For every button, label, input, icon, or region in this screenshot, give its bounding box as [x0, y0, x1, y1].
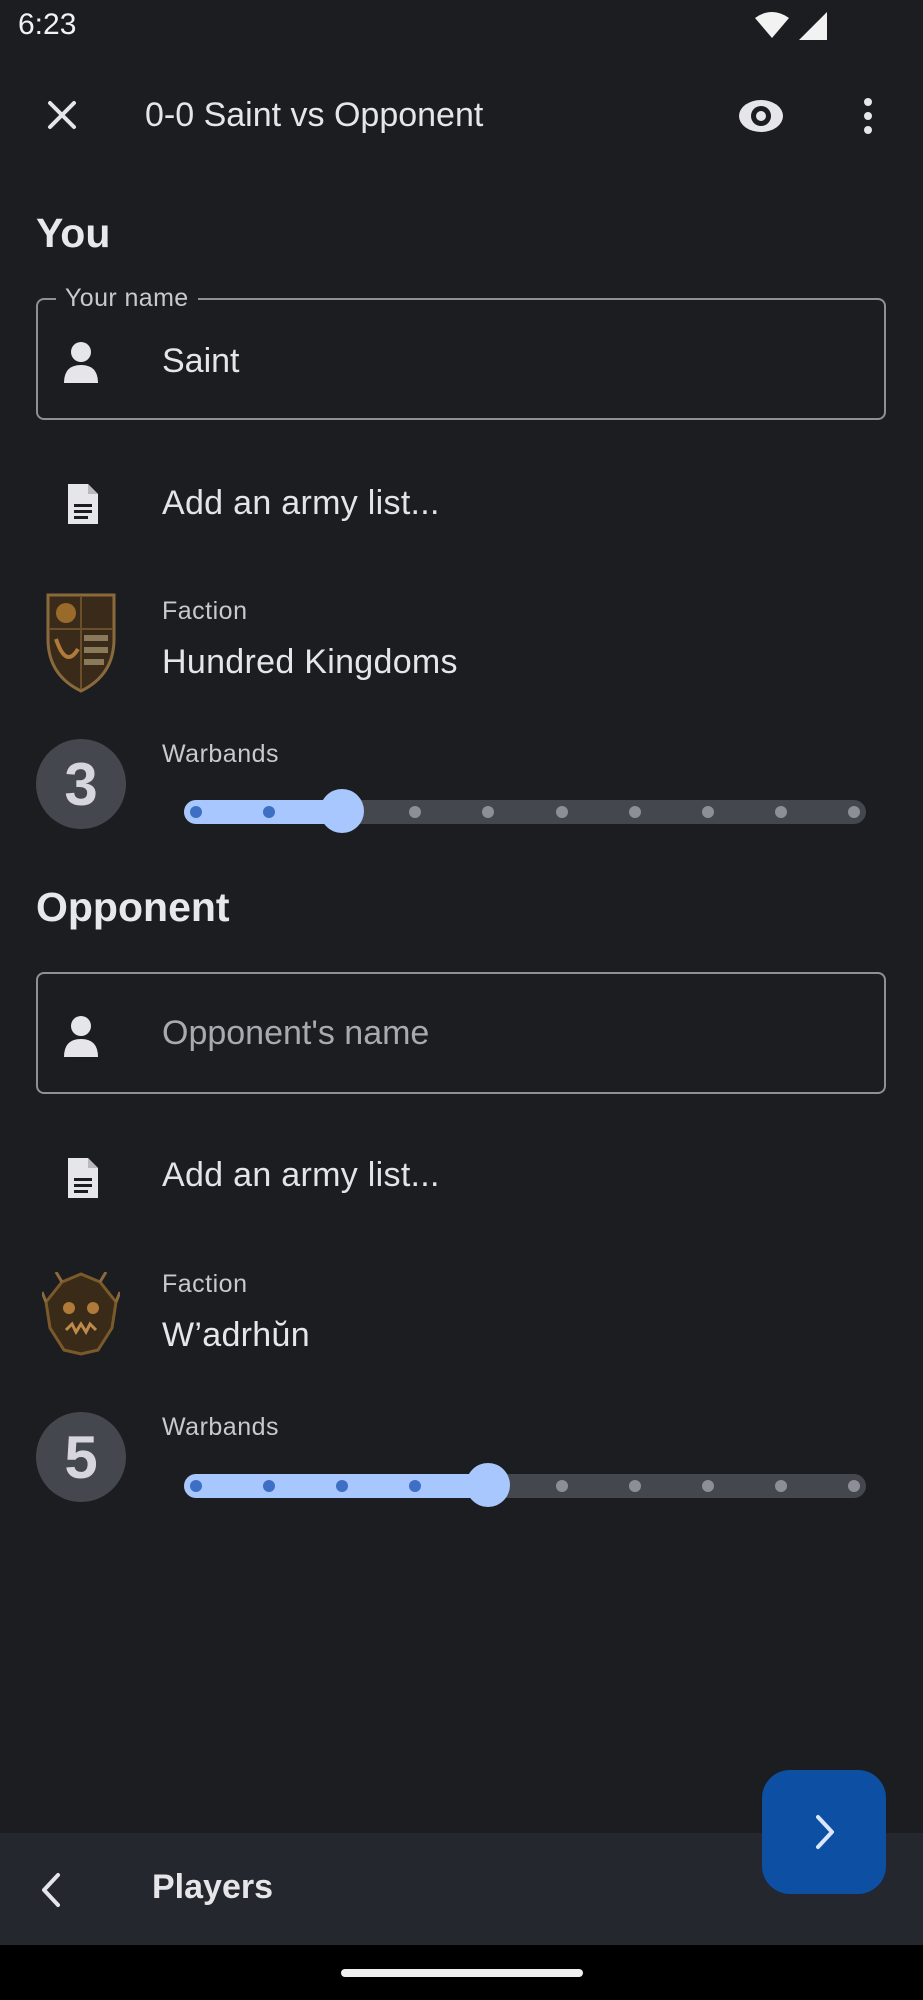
slider-tick [263, 806, 276, 818]
document-icon [68, 1158, 98, 1198]
opponent-warbands-badge: 5 [36, 1412, 126, 1502]
preview-button[interactable] [735, 94, 787, 138]
opponent-faction-value: W’adrhŭn [162, 1316, 310, 1354]
you-add-army-list[interactable]: Add an army list... [36, 464, 886, 548]
status-time: 6:23 [18, 8, 77, 41]
slider-tick [701, 1480, 714, 1492]
opponent-warbands-slider[interactable] [184, 1461, 866, 1511]
you-warbands-slider[interactable] [184, 787, 866, 837]
back-button[interactable] [30, 1865, 74, 1915]
slider-tick [628, 806, 641, 818]
slider-tick [555, 1480, 568, 1492]
slider-tick [190, 1480, 202, 1492]
close-icon [48, 101, 76, 129]
page-title: 0-0 Saint vs Opponent [145, 96, 484, 134]
opponent-heading: Opponent [36, 884, 230, 930]
cell-signal-icon [799, 12, 827, 40]
next-button[interactable] [762, 1770, 886, 1894]
you-faction-label: Faction [162, 597, 248, 625]
you-heading: You [36, 210, 111, 256]
your-name-value: Saint [162, 342, 240, 380]
eye-icon [739, 100, 783, 132]
opponent-name-placeholder: Opponent's name [162, 1014, 430, 1052]
slider-tick [774, 806, 787, 818]
person-icon [64, 1016, 98, 1057]
slider-tick [190, 806, 202, 818]
your-name-field[interactable]: Your name Saint [36, 284, 886, 420]
document-icon [68, 484, 98, 524]
close-button[interactable] [40, 93, 84, 137]
you-warbands-badge: 3 [36, 739, 126, 829]
you-add-army-list-label: Add an army list... [162, 484, 440, 522]
slider-tick [774, 1480, 787, 1492]
wifi-icon [755, 12, 789, 38]
slider-tick [701, 806, 714, 818]
slider-tick [628, 1480, 641, 1492]
bottom-bar-title: Players [152, 1868, 273, 1906]
opponent-name-field[interactable]: Opponent's name [36, 972, 886, 1094]
more-options-button[interactable] [850, 94, 886, 138]
opponent-warbands-label: Warbands [162, 1413, 280, 1441]
opponent-add-army-list[interactable]: Add an army list... [36, 1136, 886, 1220]
more-vert-icon [864, 98, 872, 134]
gesture-handle[interactable] [341, 1969, 583, 1977]
you-faction-value: Hundred Kingdoms [162, 643, 458, 681]
chevron-right-icon [816, 1815, 834, 1849]
slider-thumb[interactable] [320, 789, 365, 833]
opponent-faction-label: Faction [162, 1270, 248, 1298]
slider-thumb[interactable] [466, 1463, 511, 1507]
slider-tick [848, 806, 860, 818]
you-warbands-label: Warbands [162, 740, 280, 768]
opponent-add-army-list-label: Add an army list... [162, 1156, 440, 1194]
slider-tick [848, 1480, 860, 1492]
slider-tick [263, 1480, 276, 1492]
you-faction-row[interactable]: Faction Hundred Kingdoms [36, 585, 886, 695]
hundred-kingdoms-faction-icon [46, 593, 116, 693]
person-icon [64, 342, 98, 383]
opponent-faction-row[interactable]: Faction W’adrhŭn [36, 1258, 886, 1368]
slider-tick [555, 806, 568, 818]
status-icons [755, 12, 827, 40]
wadrhun-faction-icon [42, 1272, 120, 1356]
chevron-left-icon [42, 1873, 60, 1907]
your-name-label: Your name [56, 284, 198, 313]
